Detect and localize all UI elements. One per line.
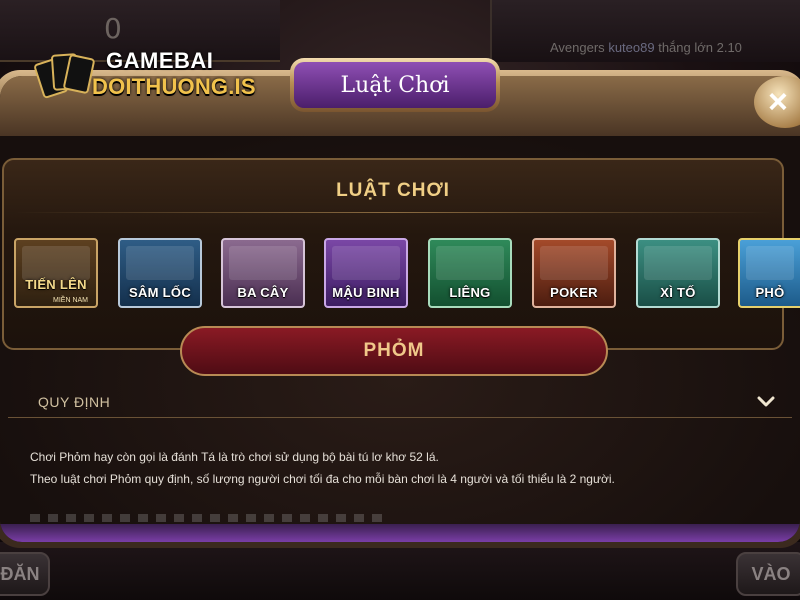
game-tile-xi-to[interactable]: XÌ TỐ — [636, 238, 720, 308]
game-art — [644, 246, 712, 280]
lobby-left-button[interactable]: ĐĂN — [0, 552, 50, 596]
logo-text-bottom: DOITHUONG.IS — [92, 74, 256, 99]
lobby-bottom-bar: ĐĂN VÀO — [0, 542, 800, 600]
game-label: XÌ TỐ — [660, 285, 696, 300]
game-label: PHỎ — [755, 285, 785, 300]
rules-section-header[interactable]: QUY ĐỊNH — [8, 386, 792, 418]
rule-paragraph: Theo luật chơi Phỏm quy định, số lượng n… — [30, 472, 615, 486]
modal-title-plate: Luật Chơi — [290, 58, 500, 112]
selected-game-title: PHỎM — [180, 326, 608, 376]
game-art — [540, 246, 608, 280]
ticker-text: thắng lớn 2.10 — [658, 40, 742, 55]
chevron-down-icon — [757, 396, 775, 407]
ticker-username: kuteo89 — [608, 40, 655, 55]
rules-text-cutoff — [30, 514, 390, 522]
game-label: POKER — [550, 285, 598, 300]
game-sublabel: MIỀN NAM — [53, 297, 88, 304]
game-label: SÂM LỐC — [128, 285, 192, 300]
game-label: MẬU BINH — [332, 285, 400, 300]
selector-divider — [14, 212, 772, 213]
game-tile-mau-binh[interactable]: MẬU BINH — [324, 238, 408, 308]
ticker-prefix: Avengers — [550, 40, 605, 55]
game-label: LIÊNG — [449, 285, 491, 300]
game-art — [22, 246, 90, 280]
game-list: TIẾN LÊN MIỀN NAM SÂM LỐC BA CÂY MẬU BIN… — [0, 238, 800, 310]
site-logo: GAMEBAI DOITHUONG.IS — [33, 46, 256, 102]
rules-section-title: QUY ĐỊNH — [38, 394, 111, 410]
game-art — [229, 246, 297, 280]
game-art — [126, 246, 194, 280]
game-tile-sam-loc[interactable]: SÂM LỐC — [118, 238, 202, 308]
game-tile-phom[interactable]: PHỎ — [738, 238, 800, 308]
close-icon: × — [768, 82, 788, 121]
game-label: BA CÂY — [237, 285, 289, 300]
game-tile-poker[interactable]: POKER — [532, 238, 616, 308]
rules-text: Chơi Phỏm hay còn gọi là đánh Tá là trò … — [30, 446, 770, 490]
game-art — [436, 246, 504, 280]
logo-text-top: GAMEBAI — [106, 48, 214, 73]
jackpot-counter: 0 — [104, 12, 122, 45]
win-ticker: Avengers kuteo89 thắng lớn 2.10 — [550, 40, 742, 55]
game-tile-ba-cay[interactable]: BA CÂY — [221, 238, 305, 308]
modal-bottom-edge — [0, 524, 800, 542]
lobby-enter-button[interactable]: VÀO — [736, 552, 800, 596]
rule-paragraph: Chơi Phỏm hay còn gọi là đánh Tá là trò … — [30, 450, 439, 464]
game-art — [332, 246, 400, 280]
game-tile-tien-len[interactable]: TIẾN LÊN MIỀN NAM — [14, 238, 98, 308]
selector-title: LUẬT CHƠI — [336, 180, 450, 201]
game-tile-lieng[interactable]: LIÊNG — [428, 238, 512, 308]
modal-title: Luật Chơi — [294, 62, 496, 108]
game-art — [746, 246, 794, 280]
game-label: TIẾN LÊN — [25, 277, 87, 292]
